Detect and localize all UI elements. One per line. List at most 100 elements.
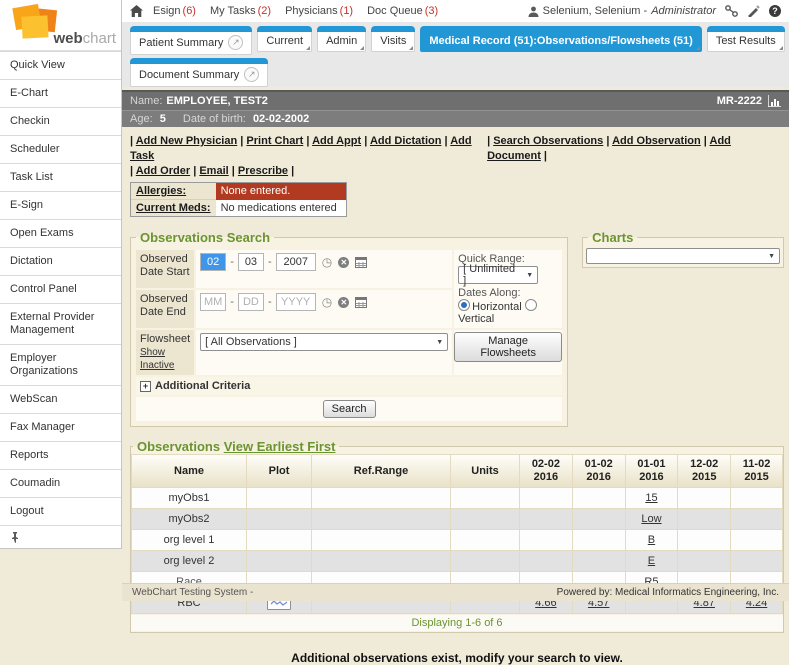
doc-queue-count: (3) <box>425 5 438 17</box>
footer-system-name: WebChart Testing System - <box>132 587 253 598</box>
start-day-input[interactable] <box>238 253 264 271</box>
tab-visits[interactable]: Visits <box>371 26 415 52</box>
column-header-name: Name <box>132 455 246 487</box>
dates-along-horizontal-radio[interactable] <box>458 299 470 311</box>
medical-record-number: MR-2222 <box>717 95 762 107</box>
current-user[interactable]: Selenium, Selenium - Administrator <box>528 5 716 17</box>
clear-date-icon[interactable]: ✕ <box>338 297 349 308</box>
footer: WebChart Testing System - Powered by: Me… <box>122 583 789 601</box>
patient-name: EMPLOYEE, TEST2 <box>166 95 267 107</box>
sidebar-item-quick-view[interactable]: Quick View <box>0 51 121 79</box>
allergies-link[interactable]: Allergies: <box>136 185 186 197</box>
wand-icon[interactable] <box>747 5 760 17</box>
start-year-input[interactable] <box>276 253 316 271</box>
observation-name: org level 1 <box>132 530 246 550</box>
print-chart-link[interactable]: Print Chart <box>246 135 303 147</box>
quick-action-links: | Add New Physician | Print Chart | Add … <box>130 134 784 179</box>
observation-value-link[interactable]: B <box>648 534 655 546</box>
sidebar-item-dictation[interactable]: Dictation <box>0 247 121 275</box>
sidebar-item-fax-manager[interactable]: Fax Manager <box>0 413 121 441</box>
charts-panel: Charts ▼ <box>582 230 784 268</box>
open-in-window-icon[interactable]: ↗ <box>228 35 243 50</box>
add-appt-link[interactable]: Add Appt <box>312 135 361 147</box>
add-order-link[interactable]: Add Order <box>136 165 190 177</box>
calendar-icon[interactable] <box>355 256 367 268</box>
charts-select[interactable]: ▼ <box>586 248 780 264</box>
home-icon[interactable] <box>130 5 143 17</box>
end-year-input[interactable] <box>276 293 316 311</box>
add-observation-link[interactable]: Add Observation <box>612 135 701 147</box>
start-month-input[interactable] <box>200 253 226 271</box>
help-icon[interactable]: ? <box>769 5 781 17</box>
end-month-input[interactable] <box>200 293 226 311</box>
manage-flowsheets-button[interactable]: Manage Flowsheets <box>454 332 562 362</box>
show-inactive-link[interactable]: Show Inactive <box>140 347 174 371</box>
clock-icon[interactable]: ◷ <box>322 295 332 309</box>
observation-value-link[interactable]: E <box>648 555 655 567</box>
add-new-physician-link[interactable]: Add New Physician <box>136 135 237 147</box>
sidebar-item-e-chart[interactable]: E-Chart <box>0 79 121 107</box>
webchart-logo[interactable]: webchart <box>0 0 121 51</box>
add-dictation-link[interactable]: Add Dictation <box>370 135 442 147</box>
column-header-plot: Plot <box>247 455 311 487</box>
sidebar-item-control-panel[interactable]: Control Panel <box>0 275 121 303</box>
sidebar: webchart Quick View E-Chart Checkin Sche… <box>0 0 122 549</box>
observation-value-link[interactable]: 15 <box>645 492 657 504</box>
clear-date-icon[interactable]: ✕ <box>338 257 349 268</box>
observation-value-link[interactable]: Low <box>641 513 661 525</box>
observations-search-legend: Observations Search <box>136 230 274 245</box>
link-icon[interactable] <box>725 5 738 17</box>
menu-physicians[interactable]: Physicians(1) <box>285 5 353 17</box>
column-header-date: 11-022015 <box>731 455 782 487</box>
sidebar-item-coumadin[interactable]: Coumadin <box>0 469 121 497</box>
open-in-window-icon[interactable]: ↗ <box>244 67 259 82</box>
age-label: Age: <box>130 113 153 125</box>
user-role: Administrator <box>651 5 716 17</box>
dates-along-vertical-radio[interactable] <box>525 299 537 311</box>
observations-title: Observations <box>137 439 220 454</box>
calendar-icon[interactable] <box>355 296 367 308</box>
chart-icon[interactable] <box>768 95 781 107</box>
end-day-input[interactable] <box>238 293 264 311</box>
additional-criteria-toggle[interactable]: +Additional Criteria <box>136 377 562 395</box>
column-header-date: 12-022015 <box>678 455 730 487</box>
tab-dropdown-indicator <box>696 46 700 50</box>
sidebar-item-external-provider-management[interactable]: External Provider Management <box>0 303 121 344</box>
current-meds-link[interactable]: Current Meds: <box>136 202 211 214</box>
tab-current[interactable]: Current <box>257 26 312 52</box>
flowsheet-label: Flowsheet <box>140 333 190 345</box>
sidebar-item-employer-organizations[interactable]: Employer Organizations <box>0 344 121 385</box>
flowsheet-select[interactable]: [ All Observations ] ▼ <box>200 333 448 351</box>
pin-sidebar-toggle[interactable] <box>0 525 121 548</box>
menu-doc-queue[interactable]: Doc Queue(3) <box>367 5 438 17</box>
logo-shape <box>21 15 48 38</box>
menu-esign[interactable]: Esign(6) <box>153 5 196 17</box>
view-earliest-first-link[interactable]: View Earliest First <box>224 439 336 454</box>
sidebar-item-e-sign[interactable]: E-Sign <box>0 191 121 219</box>
sidebar-item-open-exams[interactable]: Open Exams <box>0 219 121 247</box>
sidebar-item-scheduler[interactable]: Scheduler <box>0 135 121 163</box>
sidebar-item-reports[interactable]: Reports <box>0 441 121 469</box>
search-button[interactable]: Search <box>323 400 376 418</box>
tab-medical-record-active[interactable]: Medical Record (51):Observations/Flowshe… <box>420 26 701 52</box>
tab-admin[interactable]: Admin <box>317 26 366 52</box>
email-link[interactable]: Email <box>199 165 228 177</box>
sidebar-item-logout[interactable]: Logout <box>0 497 121 525</box>
prescribe-link[interactable]: Prescribe <box>238 165 288 177</box>
footer-powered-by: Powered by: Medical Informatics Engineer… <box>557 587 779 598</box>
sidebar-item-task-list[interactable]: Task List <box>0 163 121 191</box>
observed-date-start-label: Observed Date Start <box>136 250 194 288</box>
charts-legend: Charts <box>588 230 637 245</box>
tab-document-summary[interactable]: Document Summary↗ <box>130 58 268 87</box>
tab-dropdown-indicator <box>779 46 783 50</box>
sidebar-item-webscan[interactable]: WebScan <box>0 385 121 413</box>
sidebar-item-checkin[interactable]: Checkin <box>0 107 121 135</box>
clock-icon[interactable]: ◷ <box>322 255 332 269</box>
quick-range-select[interactable]: [ Unlimited ] ▼ <box>458 266 538 284</box>
menu-my-tasks[interactable]: My Tasks(2) <box>210 5 271 17</box>
name-label: Name: <box>130 95 162 107</box>
tab-patient-summary[interactable]: Patient Summary↗ <box>130 26 252 55</box>
patient-age: 5 <box>160 113 166 125</box>
search-observations-link[interactable]: Search Observations <box>493 135 603 147</box>
tab-test-results[interactable]: Test Results <box>707 26 785 52</box>
